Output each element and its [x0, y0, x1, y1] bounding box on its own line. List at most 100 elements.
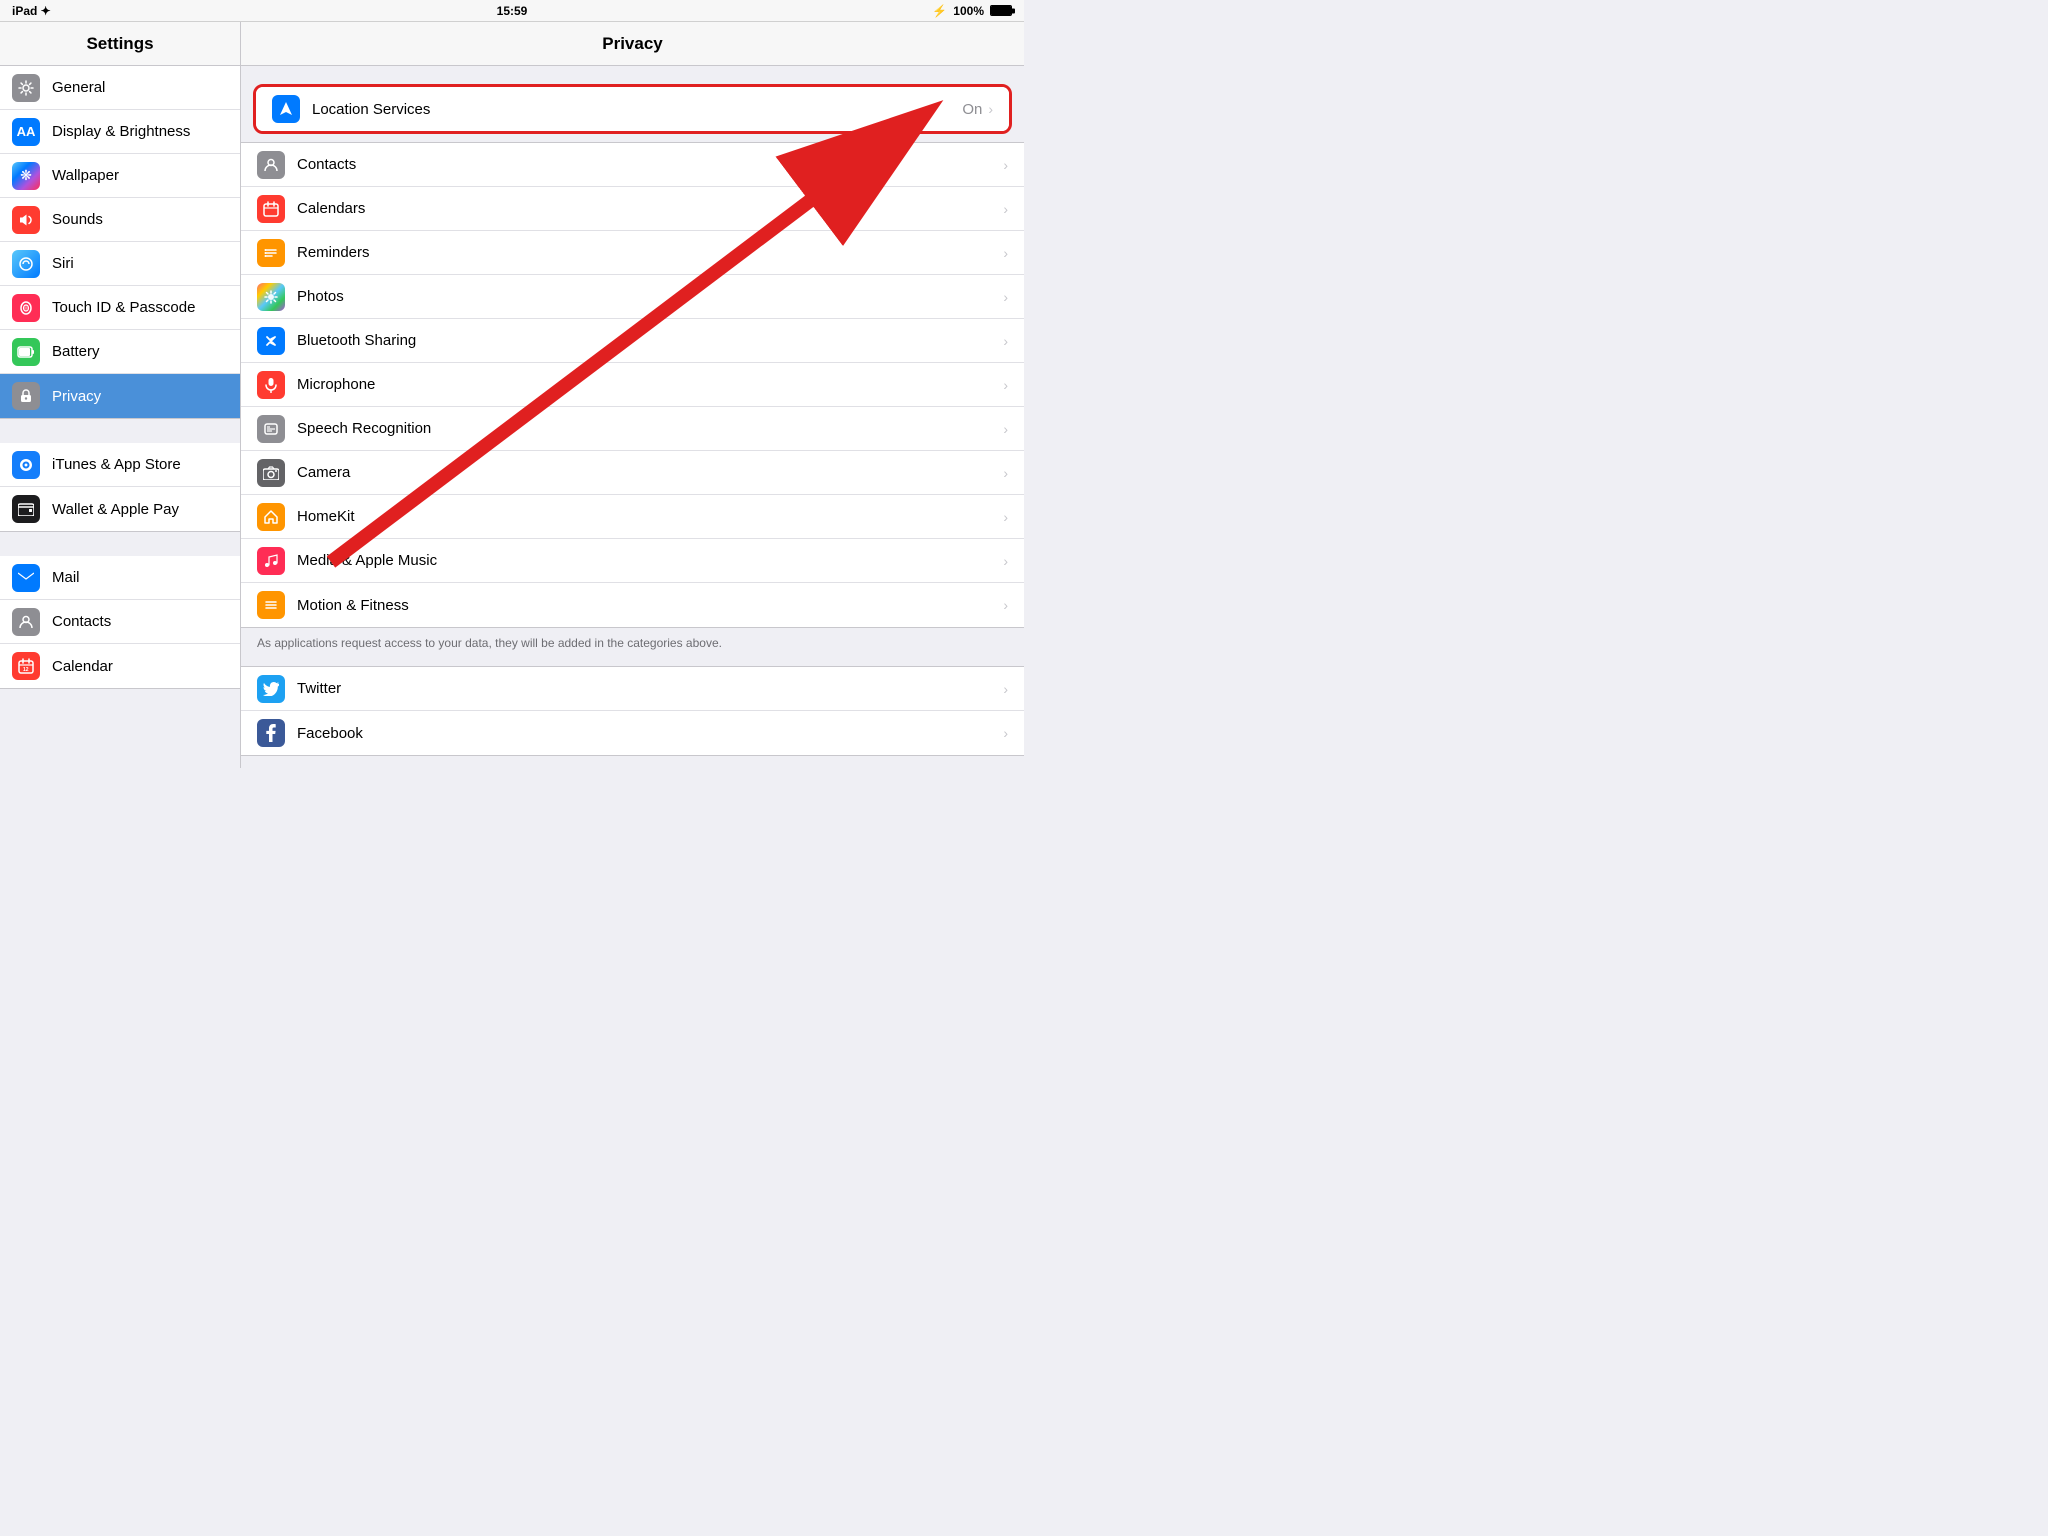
- reminders-label: Reminders: [297, 244, 1003, 261]
- sounds-icon: [12, 206, 40, 234]
- calendars-chevron: ›: [1003, 201, 1008, 217]
- microphone-chevron: ›: [1003, 377, 1008, 393]
- privacy-item-calendars[interactable]: Calendars ›: [241, 187, 1024, 231]
- bottom-items-list: Twitter › Facebook ›: [241, 666, 1024, 756]
- motion-label: Motion & Fitness: [297, 597, 1003, 614]
- sidebar-item-calendar[interactable]: 12 Calendar: [0, 644, 240, 688]
- homekit-chevron: ›: [1003, 509, 1008, 525]
- wallet-label: Wallet & Apple Pay: [52, 501, 179, 518]
- display-label: Display & Brightness: [52, 123, 190, 140]
- location-services-box: Location Services On ›: [253, 84, 1012, 134]
- twitter-icon: [257, 675, 285, 703]
- photos-icon: [257, 283, 285, 311]
- media-chevron: ›: [1003, 553, 1008, 569]
- privacy-item-camera[interactable]: Camera ›: [241, 451, 1024, 495]
- bluetooth-privacy-icon: [257, 327, 285, 355]
- contacts-privacy-icon: [257, 151, 285, 179]
- privacy-items-list: Contacts › Calendars › Reminders: [241, 142, 1024, 628]
- battery-icon: [990, 5, 1012, 16]
- twitter-chevron: ›: [1003, 681, 1008, 697]
- status-right: ⚡ 100%: [932, 4, 1012, 18]
- status-bar: iPad ✦ 15:59 ⚡ 100%: [0, 0, 1024, 22]
- location-services-label: Location Services: [312, 101, 962, 118]
- sounds-label: Sounds: [52, 211, 103, 228]
- status-center: 15:59: [497, 4, 528, 18]
- sidebar-item-wallpaper[interactable]: ❋ Wallpaper: [0, 154, 240, 198]
- mail-icon: [12, 564, 40, 592]
- privacy-item-photos[interactable]: Photos ›: [241, 275, 1024, 319]
- bluetooth-icon: ⚡: [932, 4, 947, 18]
- media-label: Media & Apple Music: [297, 552, 1003, 569]
- bluetooth-privacy-label: Bluetooth Sharing: [297, 332, 1003, 349]
- privacy-item-contacts[interactable]: Contacts ›: [241, 143, 1024, 187]
- itunes-icon: [12, 451, 40, 479]
- contacts-privacy-label: Contacts: [297, 156, 1003, 173]
- location-chevron: ›: [988, 101, 993, 117]
- privacy-item-microphone[interactable]: Microphone ›: [241, 363, 1024, 407]
- reminders-chevron: ›: [1003, 245, 1008, 261]
- contacts-icon: [12, 608, 40, 636]
- sidebar: Settings General AA Display & Brightness…: [0, 22, 241, 768]
- status-left: iPad ✦: [12, 4, 51, 18]
- sidebar-item-contacts[interactable]: Contacts: [0, 600, 240, 644]
- sidebar-header: Settings: [0, 22, 240, 66]
- svg-text:12: 12: [23, 667, 29, 673]
- sidebar-item-siri[interactable]: Siri: [0, 242, 240, 286]
- location-services-item[interactable]: Location Services On ›: [256, 87, 1009, 131]
- twitter-label: Twitter: [297, 680, 1003, 697]
- sidebar-item-wallet[interactable]: Wallet & Apple Pay: [0, 487, 240, 531]
- siri-label: Siri: [52, 255, 74, 272]
- sidebar-item-display[interactable]: AA Display & Brightness: [0, 110, 240, 154]
- privacy-item-media[interactable]: Media & Apple Music ›: [241, 539, 1024, 583]
- speech-icon: [257, 415, 285, 443]
- privacy-item-homekit[interactable]: HomeKit ›: [241, 495, 1024, 539]
- sidebar-title: Settings: [86, 34, 153, 54]
- content-header: Privacy: [241, 22, 1024, 66]
- siri-icon: [12, 250, 40, 278]
- privacy-item-twitter[interactable]: Twitter ›: [241, 667, 1024, 711]
- reminders-icon: [257, 239, 285, 267]
- sidebar-spacer-1: [0, 419, 240, 443]
- motion-icon: [257, 591, 285, 619]
- sidebar-section-3: Mail Contacts 12 Calendar: [0, 556, 240, 689]
- homekit-label: HomeKit: [297, 508, 1003, 525]
- sidebar-item-itunes[interactable]: iTunes & App Store: [0, 443, 240, 487]
- battery-settings-icon: [12, 338, 40, 366]
- content-body: Location Services On › Contacts ›: [241, 66, 1024, 766]
- calendar-label: Calendar: [52, 658, 113, 675]
- camera-chevron: ›: [1003, 465, 1008, 481]
- time: 15:59: [497, 4, 528, 18]
- sidebar-item-battery[interactable]: Battery: [0, 330, 240, 374]
- sidebar-item-mail[interactable]: Mail: [0, 556, 240, 600]
- privacy-item-facebook[interactable]: Facebook ›: [241, 711, 1024, 755]
- speech-chevron: ›: [1003, 421, 1008, 437]
- microphone-icon: [257, 371, 285, 399]
- mail-label: Mail: [52, 569, 80, 586]
- media-icon: [257, 547, 285, 575]
- general-icon: [12, 74, 40, 102]
- wallet-icon: [12, 495, 40, 523]
- privacy-item-speech[interactable]: Speech Recognition ›: [241, 407, 1024, 451]
- footer-note: As applications request access to your d…: [241, 628, 1024, 666]
- microphone-label: Microphone: [297, 376, 1003, 393]
- sidebar-item-touchid[interactable]: Touch ID & Passcode: [0, 286, 240, 330]
- photos-label: Photos: [297, 288, 1003, 305]
- location-services-value: On: [962, 101, 982, 118]
- wallpaper-label: Wallpaper: [52, 167, 119, 184]
- calendars-icon: [257, 195, 285, 223]
- privacy-label: Privacy: [52, 388, 101, 405]
- battery-label: Battery: [52, 343, 100, 360]
- display-icon: AA: [12, 118, 40, 146]
- privacy-item-reminders[interactable]: Reminders ›: [241, 231, 1024, 275]
- privacy-item-motion[interactable]: Motion & Fitness ›: [241, 583, 1024, 627]
- facebook-label: Facebook: [297, 725, 1003, 742]
- wallpaper-icon: ❋: [12, 162, 40, 190]
- touchid-label: Touch ID & Passcode: [52, 299, 195, 316]
- sidebar-item-privacy[interactable]: Privacy: [0, 374, 240, 418]
- content-title: Privacy: [602, 34, 663, 54]
- privacy-item-bluetooth[interactable]: Bluetooth Sharing ›: [241, 319, 1024, 363]
- sidebar-item-general[interactable]: General: [0, 66, 240, 110]
- sidebar-section-1: General AA Display & Brightness ❋ Wallpa…: [0, 66, 240, 419]
- sidebar-item-sounds[interactable]: Sounds: [0, 198, 240, 242]
- bluetooth-chevron: ›: [1003, 333, 1008, 349]
